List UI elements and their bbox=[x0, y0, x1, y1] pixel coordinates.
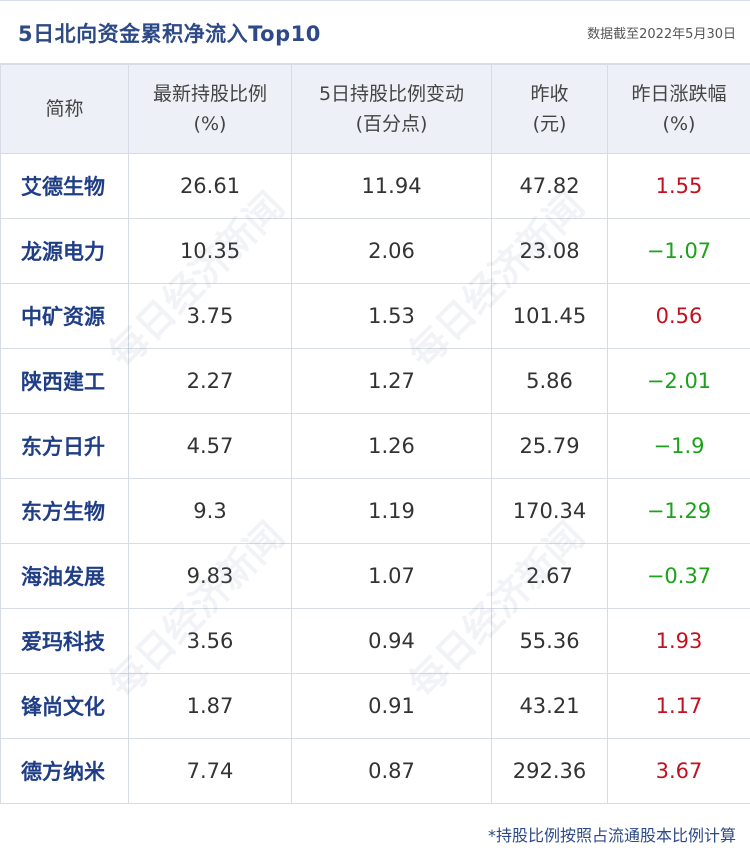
footnote: *持股比例按照占流通股本比例计算 bbox=[487, 826, 736, 845]
close-cell: 292.36 bbox=[491, 738, 608, 804]
close-cell: 43.21 bbox=[491, 673, 608, 739]
stock-name-cell: 海油发展 bbox=[0, 543, 129, 609]
column-header-pct: 昨日涨跌幅 (%) bbox=[607, 64, 750, 154]
page-title: 5日北向资金累积净流入Top10 bbox=[18, 22, 321, 46]
stock-name-cell: 龙源电力 bbox=[0, 218, 129, 284]
column-header-line1: 5日持股比例变动 bbox=[318, 83, 465, 105]
holding-cell: 2.27 bbox=[128, 348, 292, 414]
stock-name-cell: 德方纳米 bbox=[0, 738, 129, 804]
change-cell: 1.26 bbox=[291, 413, 492, 479]
table-row: 陕西建工 2.27 1.27 5.86 −2.01 bbox=[0, 348, 750, 414]
holding-cell: 1.87 bbox=[128, 673, 292, 739]
change-cell: 1.19 bbox=[291, 478, 492, 544]
table-row: 东方生物 9.3 1.19 170.34 −1.29 bbox=[0, 478, 750, 544]
column-header-line2: (%) bbox=[662, 113, 696, 135]
pct-cell: −0.37 bbox=[607, 543, 750, 609]
table-row: 锋尚文化 1.87 0.91 43.21 1.17 bbox=[0, 673, 750, 739]
close-cell: 101.45 bbox=[491, 283, 608, 349]
pct-cell: 1.17 bbox=[607, 673, 750, 739]
change-cell: 11.94 bbox=[291, 153, 492, 219]
change-cell: 0.87 bbox=[291, 738, 492, 804]
table-row: 艾德生物 26.61 11.94 47.82 1.55 bbox=[0, 153, 750, 219]
pct-cell: −1.07 bbox=[607, 218, 750, 284]
change-cell: 2.06 bbox=[291, 218, 492, 284]
table-header-row: 简称 最新持股比例 (%) 5日持股比例变动 (百分点) 昨收 (元) 昨日涨跌… bbox=[0, 64, 750, 154]
table-row: 龙源电力 10.35 2.06 23.08 −1.07 bbox=[0, 218, 750, 284]
column-header-close: 昨收 (元) bbox=[491, 64, 608, 154]
stock-name-cell: 陕西建工 bbox=[0, 348, 129, 414]
table-row: 中矿资源 3.75 1.53 101.45 0.56 bbox=[0, 283, 750, 349]
stock-name-cell: 爱玛科技 bbox=[0, 608, 129, 674]
close-cell: 47.82 bbox=[491, 153, 608, 219]
table-row: 德方纳米 7.74 0.87 292.36 3.67 bbox=[0, 738, 750, 804]
close-cell: 2.67 bbox=[491, 543, 608, 609]
table-body: 艾德生物 26.61 11.94 47.82 1.55 龙源电力 10.35 2.06 23.0… bbox=[0, 153, 750, 804]
close-cell: 23.08 bbox=[491, 218, 608, 284]
change-cell: 1.27 bbox=[291, 348, 492, 414]
change-cell: 1.07 bbox=[291, 543, 492, 609]
column-header-name: 简称 bbox=[0, 64, 129, 154]
stock-name-cell: 艾德生物 bbox=[0, 153, 129, 219]
holding-cell: 3.75 bbox=[128, 283, 292, 349]
column-header-line2: (元) bbox=[532, 113, 567, 135]
close-cell: 170.34 bbox=[491, 478, 608, 544]
pct-cell: 0.56 bbox=[607, 283, 750, 349]
column-header-line1: 最新持股比例 bbox=[152, 83, 267, 105]
stock-name-cell: 东方日升 bbox=[0, 413, 129, 479]
data-table: 简称 最新持股比例 (%) 5日持股比例变动 (百分点) 昨收 (元) 昨日涨跌… bbox=[0, 64, 750, 804]
holding-cell: 3.56 bbox=[128, 608, 292, 674]
stock-name-cell: 东方生物 bbox=[0, 478, 129, 544]
holding-cell: 9.83 bbox=[128, 543, 292, 609]
column-header-line1: 昨收 bbox=[530, 83, 569, 105]
column-header-holding: 最新持股比例 (%) bbox=[128, 64, 292, 154]
stock-name-cell: 中矿资源 bbox=[0, 283, 129, 349]
close-cell: 5.86 bbox=[491, 348, 608, 414]
pct-cell: 1.93 bbox=[607, 608, 750, 674]
pct-cell: −1.9 bbox=[607, 413, 750, 479]
close-cell: 55.36 bbox=[491, 608, 608, 674]
change-cell: 0.94 bbox=[291, 608, 492, 674]
column-header-line1: 昨日涨跌幅 bbox=[631, 83, 727, 105]
header-bar: 5日北向资金累积净流入Top10 数据截至2022年5月30日 bbox=[0, 0, 750, 64]
holding-cell: 10.35 bbox=[128, 218, 292, 284]
column-header-line2: (%) bbox=[193, 113, 227, 135]
holding-cell: 4.57 bbox=[128, 413, 292, 479]
pct-cell: 3.67 bbox=[607, 738, 750, 804]
change-cell: 1.53 bbox=[291, 283, 492, 349]
pct-cell: 1.55 bbox=[607, 153, 750, 219]
holding-cell: 9.3 bbox=[128, 478, 292, 544]
column-header-line2: (百分点) bbox=[355, 113, 428, 135]
table-row: 爱玛科技 3.56 0.94 55.36 1.93 bbox=[0, 608, 750, 674]
holding-cell: 26.61 bbox=[128, 153, 292, 219]
table-row: 海油发展 9.83 1.07 2.67 −0.37 bbox=[0, 543, 750, 609]
column-header-line1: 简称 bbox=[45, 98, 84, 120]
column-header-change: 5日持股比例变动 (百分点) bbox=[291, 64, 492, 154]
table-row: 东方日升 4.57 1.26 25.79 −1.9 bbox=[0, 413, 750, 479]
pct-cell: −2.01 bbox=[607, 348, 750, 414]
stock-name-cell: 锋尚文化 bbox=[0, 673, 129, 739]
change-cell: 0.91 bbox=[291, 673, 492, 739]
close-cell: 25.79 bbox=[491, 413, 608, 479]
date-note: 数据截至2022年5月30日 bbox=[587, 27, 736, 42]
pct-cell: −1.29 bbox=[607, 478, 750, 544]
holding-cell: 7.74 bbox=[128, 738, 292, 804]
